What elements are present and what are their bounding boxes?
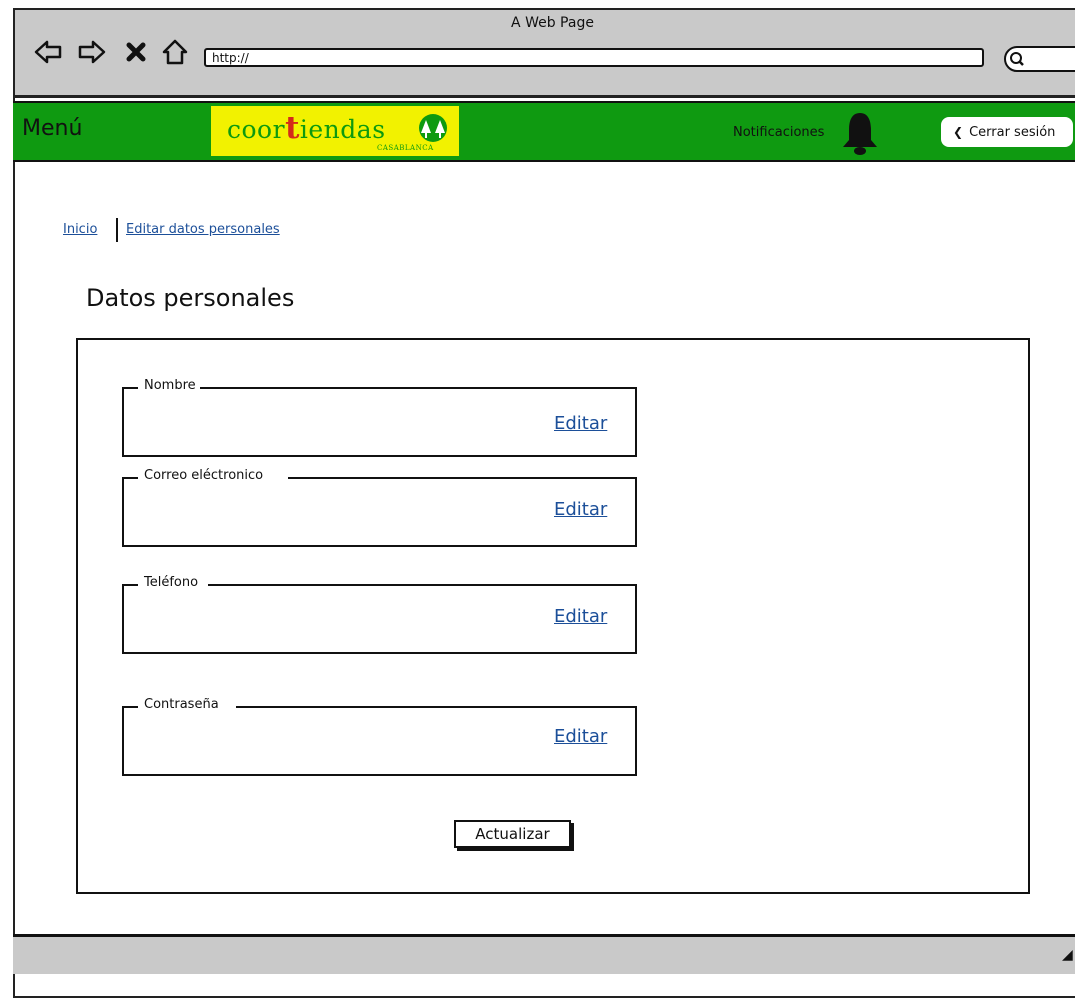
app-header [13, 101, 1075, 162]
forward-arrow-icon [78, 40, 106, 64]
menu-button[interactable]: Menú [22, 116, 82, 141]
edit-password-link[interactable]: Editar [554, 726, 607, 747]
notifications-label[interactable]: Notificaciones [733, 125, 824, 140]
edit-name-link[interactable]: Editar [554, 413, 607, 434]
browser-status-bar [13, 934, 1075, 974]
url-field[interactable]: http:// [204, 48, 984, 67]
page-title: Datos personales [86, 284, 295, 312]
phone-fieldset: Teléfono Editar [122, 574, 637, 654]
breadcrumb-current-link[interactable]: Editar datos personales [126, 222, 280, 237]
logout-button[interactable]: ❮ Cerrar sesión [941, 117, 1073, 147]
window-title: A Web Page [511, 15, 594, 31]
forward-button[interactable] [77, 37, 107, 67]
stop-button[interactable] [124, 37, 148, 67]
resize-grip-icon[interactable]: ◢ [1062, 947, 1075, 963]
email-legend: Correo eléctronico [140, 467, 268, 485]
breadcrumb-separator [116, 218, 118, 242]
back-arrow-icon [34, 40, 62, 64]
name-fieldset: Nombre Editar [122, 377, 637, 457]
tree-icon [419, 114, 447, 142]
back-button[interactable] [33, 37, 63, 67]
edit-email-link[interactable]: Editar [554, 499, 607, 520]
edit-phone-link[interactable]: Editar [554, 606, 607, 627]
email-fieldset: Correo eléctronico Editar [122, 467, 637, 547]
phone-legend: Teléfono [140, 574, 203, 592]
logo-subtitle: CASABLANCA [377, 144, 434, 152]
coortiendas-logo: coortiendas CASABLANCA [211, 106, 459, 156]
password-fieldset: Contraseña Editar [122, 696, 637, 776]
home-button[interactable] [160, 37, 190, 67]
close-icon [126, 42, 146, 62]
breadcrumb-home-link[interactable]: Inicio [63, 222, 97, 237]
home-icon [162, 39, 188, 65]
password-legend: Contraseña [140, 696, 223, 714]
update-button[interactable]: Actualizar [454, 820, 571, 848]
search-icon [1010, 52, 1024, 66]
logo-wordmark: coortiendas [227, 110, 386, 146]
bell-icon[interactable] [840, 110, 880, 156]
name-legend: Nombre [140, 377, 200, 395]
chevron-left-icon: ❮ [953, 125, 964, 139]
browser-search-field[interactable] [1004, 46, 1075, 72]
